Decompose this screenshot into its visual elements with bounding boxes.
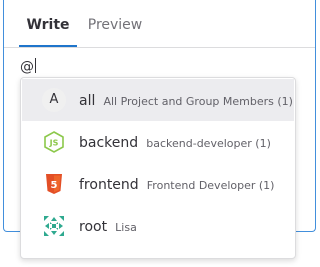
mention-item-text: backend backend-developer (1) — [79, 121, 271, 163]
mention-username: all — [79, 93, 96, 109]
avatar-letter-icon: A — [42, 88, 66, 112]
mention-item-text: root Lisa — [79, 205, 137, 247]
mention-description: All Project and Group Members (1) — [103, 95, 293, 108]
mention-item-frontend[interactable]: 5 frontend Frontend Developer (1) — [22, 163, 294, 205]
tab-write[interactable]: Write — [19, 0, 77, 47]
mention-item-text: frontend Frontend Developer (1) — [79, 163, 274, 205]
svg-text:5: 5 — [51, 180, 58, 191]
mention-item-all[interactable]: A all All Project and Group Members (1) — [22, 79, 294, 121]
mention-description: Frontend Developer (1) — [146, 179, 275, 192]
mention-username: backend — [79, 135, 139, 151]
editor-tabs: Write Preview — [4, 0, 315, 48]
identicon-icon — [42, 214, 66, 238]
mention-description: backend-developer (1) — [146, 137, 271, 150]
nodejs-icon: JS — [42, 130, 66, 154]
mention-item-backend[interactable]: JS backend backend-developer (1) — [22, 121, 294, 163]
mention-username: frontend — [79, 177, 139, 193]
html5-icon: 5 — [42, 172, 66, 196]
mention-description: Lisa — [115, 221, 137, 234]
avatar: A — [42, 88, 66, 112]
mention-autocomplete-dropdown: A all All Project and Group Members (1) … — [20, 77, 296, 259]
mention-item-root[interactable]: root Lisa — [22, 205, 294, 247]
textarea-value: @ — [20, 59, 34, 75]
text-caret — [35, 58, 36, 73]
comment-textarea[interactable]: @ — [20, 58, 36, 75]
mention-item-text: all All Project and Group Members (1) — [79, 79, 293, 121]
mention-username: root — [79, 219, 108, 235]
tab-preview[interactable]: Preview — [80, 0, 150, 47]
svg-text:JS: JS — [49, 139, 59, 148]
